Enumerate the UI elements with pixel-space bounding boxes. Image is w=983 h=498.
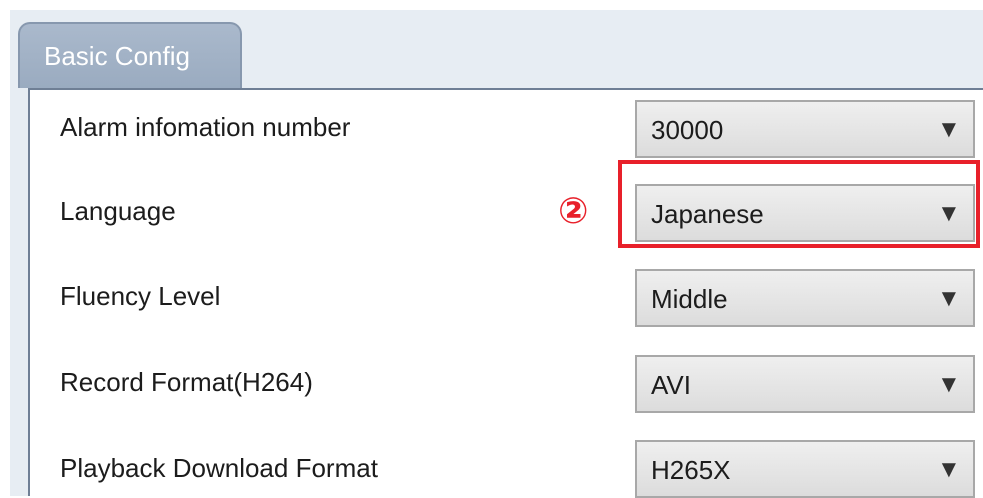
- playback-download-format-label: Playback Download Format: [60, 453, 378, 483]
- record-format-label: Record Format(H264): [60, 367, 313, 397]
- step-marker-2: ②: [558, 190, 589, 231]
- tab-basic-config-label: Basic Config: [44, 41, 190, 71]
- alarm-information-number-select[interactable]: 30000 ▼: [635, 100, 975, 158]
- dropdown-triangle-icon: ▼: [937, 285, 961, 312]
- tab-basic-config[interactable]: Basic Config: [18, 22, 242, 88]
- alarm-information-number-value: 30000: [651, 115, 724, 145]
- fluency-level-select[interactable]: Middle ▼: [635, 269, 975, 327]
- dropdown-triangle-icon: ▼: [937, 456, 961, 483]
- dropdown-triangle-icon: ▼: [937, 371, 961, 398]
- dropdown-triangle-icon: ▼: [937, 116, 961, 143]
- fluency-level-label: Fluency Level: [60, 281, 221, 311]
- record-format-value: AVI: [651, 370, 691, 400]
- playback-download-format-value: H265X: [651, 455, 731, 485]
- record-format-select[interactable]: AVI ▼: [635, 355, 975, 413]
- language-label: Language: [60, 196, 176, 226]
- fluency-level-value: Middle: [651, 284, 728, 314]
- language-highlight-box: [618, 160, 980, 248]
- alarm-information-number-label: Alarm infomation number: [60, 112, 351, 142]
- playback-download-format-select[interactable]: H265X ▼: [635, 440, 975, 498]
